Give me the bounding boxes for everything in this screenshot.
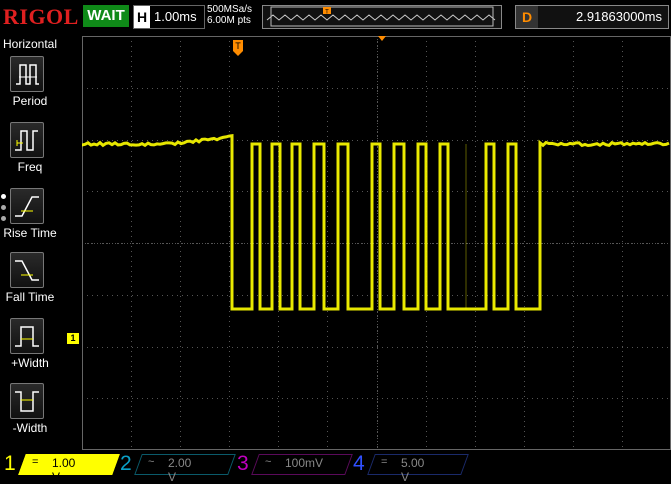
svg-text:T: T (325, 10, 329, 16)
period-icon (10, 56, 44, 92)
memory-depth: 6.00M pts (207, 15, 252, 26)
run-status-badge[interactable]: WAIT (83, 5, 129, 27)
waveform-trace (82, 136, 669, 309)
menu-item-period[interactable]: Period (0, 56, 60, 118)
menu-item-positive-width[interactable]: +Width (0, 318, 60, 380)
trigger-delay-indicator[interactable]: D 2.91863000ms (515, 5, 669, 29)
waveform-grid: T (82, 36, 671, 450)
fall-time-icon (10, 252, 44, 288)
coupling-icon: = (32, 456, 38, 468)
waveform-edges (232, 144, 516, 309)
channel-number: 2 (120, 453, 132, 475)
status-bar: RIGOL WAIT H 1.00ms 500MSa/s 6.00M pts T… (0, 0, 671, 34)
menu-item-fall-time[interactable]: Fall Time (0, 252, 60, 314)
menu-item-label: Freq (0, 160, 60, 174)
channel-bar: 1 = 1.00 V 2 ~ 2.00 V 3 ~ 100mV 4 = 5.00… (0, 452, 671, 477)
memory-overview-strip[interactable]: T (262, 5, 502, 29)
rise-time-icon (10, 188, 44, 224)
timebase-value: 1.00ms (154, 6, 197, 28)
trigger-position-marker[interactable]: T (233, 40, 243, 56)
menu-title: Horizontal (0, 37, 60, 51)
positive-width-icon (10, 318, 44, 354)
graticule (82, 36, 671, 450)
menu-item-label: Rise Time (0, 226, 60, 240)
horizontal-measure-menu: Horizontal Period Freq Rise Time Fall Ti… (0, 34, 60, 450)
channel-number: 4 (353, 453, 365, 475)
timebase-indicator[interactable]: H 1.00ms (133, 5, 205, 29)
waveform-display[interactable]: T (82, 36, 671, 450)
delay-label: D (516, 6, 538, 28)
channel-number: 1 (4, 453, 16, 475)
brand-logo: RIGOL (3, 4, 79, 30)
channel-scale: 100mV (285, 456, 323, 470)
coupling-icon: = (381, 456, 387, 468)
channel-scale: 5.00 V (401, 456, 424, 484)
menu-page-dots (1, 194, 7, 227)
memory-overview-waveform: T (263, 6, 501, 28)
menu-item-rise-time[interactable]: Rise Time (0, 188, 60, 250)
sample-rate: 500MSa/s (207, 4, 252, 15)
channel-1-ground-marker[interactable]: 1 (67, 333, 79, 344)
acquisition-info: 500MSa/s 6.00M pts (207, 4, 252, 26)
channel-scale: 1.00 V (52, 456, 75, 484)
horizontal-center-marker (378, 36, 386, 41)
menu-item-label: -Width (0, 421, 60, 435)
menu-item-frequency[interactable]: Freq (0, 122, 60, 184)
trigger-marker-label: T (235, 41, 241, 51)
menu-item-label: +Width (0, 356, 60, 370)
coupling-icon: ~ (148, 456, 154, 468)
channel-scale: 2.00 V (168, 456, 191, 484)
frequency-icon (10, 122, 44, 158)
menu-item-negative-width[interactable]: -Width (0, 383, 60, 445)
menu-item-label: Period (0, 94, 60, 108)
channel-1-waveform (82, 136, 669, 309)
channel-number: 3 (237, 453, 249, 475)
coupling-icon: ~ (265, 456, 271, 468)
trigger-delay-value: 2.91863000ms (576, 6, 662, 28)
horizontal-label: H (134, 6, 150, 28)
negative-width-icon (10, 383, 44, 419)
memory-trigger-marker: T (323, 7, 331, 16)
menu-item-label: Fall Time (0, 290, 60, 304)
